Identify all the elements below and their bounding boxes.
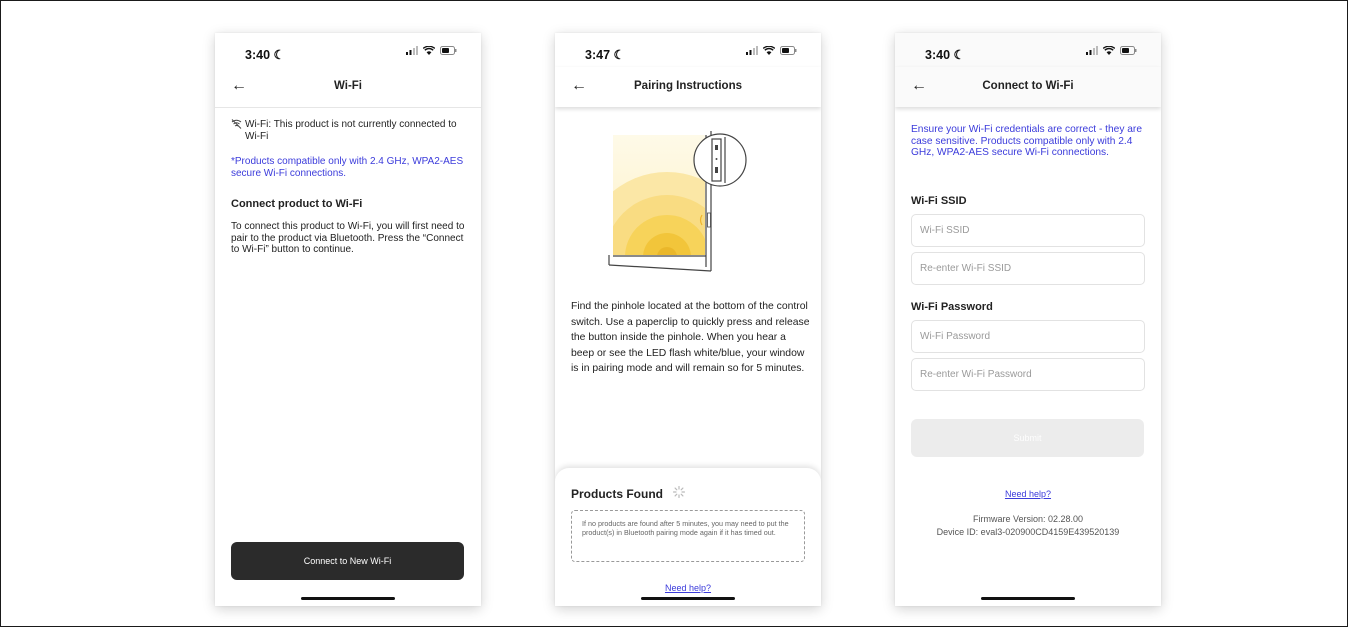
phone-screen-pairing: 3:47 ☾ ← Pairing Instructions Find the p…: [555, 33, 821, 606]
credentials-note: Ensure your Wi-Fi credentials are correc…: [911, 124, 1142, 159]
ssid-field[interactable]: [911, 214, 1145, 247]
clock: 3:47 ☾: [585, 48, 625, 62]
section-body: To connect this product to Wi-Fi, you wi…: [231, 221, 465, 255]
ssid-confirm-field[interactable]: [911, 252, 1145, 285]
ssid-input[interactable]: [912, 215, 1120, 246]
phone-screen-wifi: 3:40 ☾ ← Wi-Fi Wi-Fi: This product is no…: [215, 33, 481, 606]
moon-icon: ☾: [953, 48, 965, 62]
pairing-instructions-text: Find the pinhole located at the bottom o…: [571, 301, 810, 375]
clock: 3:40 ☾: [925, 48, 965, 62]
products-found-info-box: If no products are found after 5 minutes…: [571, 510, 805, 562]
nav-bar: ← Wi-Fi: [215, 67, 481, 108]
submit-button[interactable]: Submit: [911, 419, 1144, 457]
signal-icon: [746, 46, 758, 55]
device-id: Device ID: eval3-020900CD4159E439520139: [936, 527, 1120, 537]
battery-icon: [1120, 46, 1137, 55]
password-label: Wi-Fi Password: [911, 301, 993, 313]
status-icons: [406, 46, 457, 55]
status-icons: [1086, 46, 1137, 55]
moon-icon: ☾: [613, 48, 625, 62]
home-indicator: [981, 597, 1075, 600]
nav-bar: ← Pairing Instructions: [555, 67, 821, 107]
products-found-title: Products Found: [571, 487, 663, 501]
battery-icon: [780, 46, 797, 55]
home-indicator: [301, 597, 395, 600]
connect-new-wifi-button[interactable]: Connect to New Wi-Fi: [231, 542, 464, 580]
home-indicator: [641, 597, 735, 600]
moon-icon: ☾: [273, 48, 285, 62]
status-bar: 3:40 ☾: [215, 33, 481, 67]
status-bar: 3:47 ☾: [555, 33, 821, 67]
section-heading: Connect product to Wi-Fi: [231, 198, 363, 210]
status-icons: [746, 46, 797, 55]
ssid-label: Wi-Fi SSID: [911, 195, 967, 207]
password-input[interactable]: [912, 321, 1120, 352]
need-help-link[interactable]: Need help?: [1005, 489, 1051, 499]
pinhole-illustration: [608, 131, 747, 272]
wifi-status: Wi-Fi: This product is not currently con…: [231, 119, 466, 143]
phone-screen-connect-wifi: 3:40 ☾ ← Connect to Wi-Fi Ensure your Wi…: [895, 33, 1161, 606]
page-title: Wi-Fi: [334, 80, 362, 92]
password-confirm-field[interactable]: [911, 358, 1145, 391]
products-found-panel: Products Found If no products are found …: [555, 468, 821, 606]
battery-icon: [440, 46, 457, 55]
status-bar: 3:40 ☾: [895, 33, 1161, 67]
nav-bar: ← Connect to Wi-Fi: [895, 67, 1161, 107]
spinner-icon: [672, 485, 686, 501]
products-found-info: If no products are found after 5 minutes…: [582, 519, 789, 537]
password-field[interactable]: [911, 320, 1145, 353]
wifi-icon: [423, 46, 435, 55]
signal-icon: [406, 46, 418, 55]
wifi-off-icon: [231, 119, 242, 133]
device-info: Firmware Version: 02.28.00 Device ID: ev…: [895, 513, 1161, 539]
wifi-icon: [763, 46, 775, 55]
password-confirm-input[interactable]: [912, 359, 1120, 390]
firmware-version: Firmware Version: 02.28.00: [972, 514, 1084, 524]
need-help-link[interactable]: Need help?: [665, 583, 711, 593]
compatibility-note: *Products compatible only with 2.4 GHz, …: [231, 156, 464, 179]
ssid-confirm-input[interactable]: [912, 253, 1120, 284]
signal-icon: [1086, 46, 1098, 55]
page-title: Connect to Wi-Fi: [982, 80, 1074, 92]
clock: 3:40 ☾: [245, 48, 285, 62]
page-title: Pairing Instructions: [634, 80, 742, 92]
wifi-status-text: Wi-Fi: This product is not currently con…: [245, 119, 457, 142]
wifi-icon: [1103, 46, 1115, 55]
